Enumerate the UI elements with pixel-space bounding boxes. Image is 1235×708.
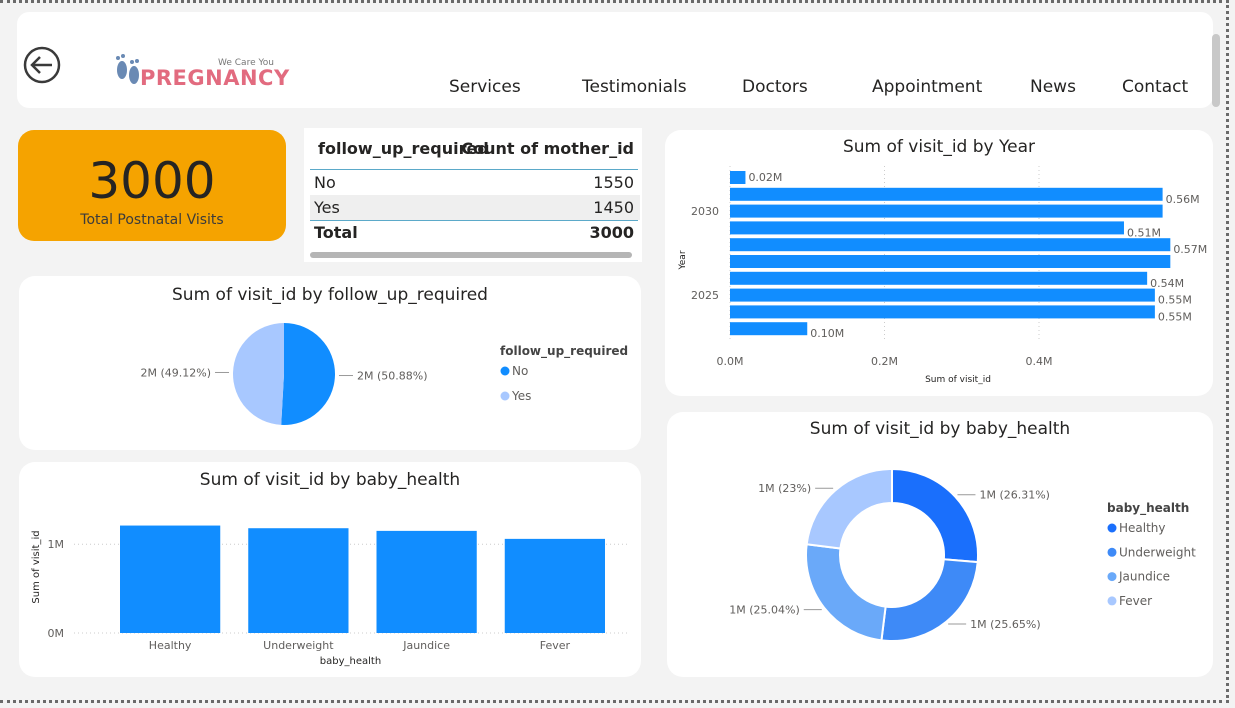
follow-up-table: follow_up_required Count of mother_id No…: [304, 128, 642, 262]
bar[interactable]: [730, 322, 808, 336]
table-col-header[interactable]: Count of mother_id: [461, 139, 634, 158]
bar-data-label: 0.10M: [810, 327, 844, 340]
kpi-value: 3000: [88, 152, 216, 210]
legend-title: baby_health: [1107, 501, 1189, 516]
nav-appointment[interactable]: Appointment: [872, 77, 982, 97]
bar[interactable]: [248, 528, 349, 633]
y-tick-label: 1M: [48, 538, 65, 551]
y-axis-label: Year: [678, 250, 688, 270]
pie-data-label: 2M (50.88%): [357, 370, 428, 383]
table-cell: Yes: [314, 198, 340, 217]
y-tick-label: 0M: [48, 627, 65, 640]
table-cell: 3000: [589, 223, 634, 242]
table-cell: No: [314, 173, 336, 192]
bar-chart[interactable]: 1M 0M Healthy Underweight Jaundice Fever baby_…: [19, 462, 641, 677]
bar[interactable]: [730, 221, 1124, 235]
bar-data-label: 0.55M: [1158, 310, 1192, 323]
pie-chart-card: Sum of visit_id by follow_up_required 2M…: [19, 276, 641, 450]
horizontal-bar-chart[interactable]: 0.0M 0.2M 0.4M 0.02M 0.56M 0.51M 0.57M 0.54M 0.5…: [665, 130, 1213, 396]
table-row[interactable]: Yes 1450: [310, 195, 640, 220]
legend-marker: [1107, 572, 1117, 582]
bar-data-label: 0.51M: [1127, 226, 1161, 239]
legend-marker: [500, 391, 510, 401]
nav-testimonials[interactable]: Testimonials: [582, 77, 687, 97]
x-tick-label: Underweight: [263, 639, 334, 652]
pie-chart[interactable]: 2M (50.88%) 2M (49.12%) follow_up_required…: [19, 276, 641, 450]
donut-slice[interactable]: [805, 543, 887, 642]
legend-item: Yes: [511, 389, 531, 403]
nav-news[interactable]: News: [1030, 77, 1076, 97]
legend-marker: [500, 366, 510, 376]
bar[interactable]: [730, 171, 746, 184]
bar[interactable]: [730, 204, 1163, 218]
bar-data-label: 0.57M: [1173, 243, 1207, 256]
kpi-label: Total Postnatal Visits: [80, 212, 224, 228]
table-cell: 1550: [593, 173, 634, 192]
table-header: follow_up_required Count of mother_id: [310, 136, 640, 161]
donut-data-label: 1M (25.65%): [970, 618, 1041, 631]
x-tick-label: 0.4M: [1026, 355, 1053, 368]
nav-services[interactable]: Services: [449, 77, 521, 97]
legend-title: follow_up_required: [500, 344, 628, 359]
bar[interactable]: [730, 305, 1155, 319]
legend-item: Underweight: [1119, 545, 1196, 559]
y-tick-label: 2030: [691, 205, 719, 218]
pregnancy-logo: We Care You PREGNANCY: [110, 50, 289, 92]
year-bar-chart-card: Sum of visit_id by Year 0.0M 0.2M 0.4M 0.02…: [665, 130, 1213, 396]
table-cell: 1450: [593, 198, 634, 217]
bar-data-label: 0.56M: [1166, 193, 1200, 206]
bar-data-label: 0.02M: [748, 171, 782, 184]
x-tick-label: Healthy: [149, 639, 192, 652]
nav-contact[interactable]: Contact: [1122, 77, 1188, 97]
header-scrollbar[interactable]: [1212, 34, 1220, 107]
x-tick-label: Jaundice: [402, 639, 450, 652]
bar-data-label: 0.54M: [1150, 277, 1184, 290]
bar-data-label: 0.55M: [1158, 294, 1192, 307]
back-arrow-icon[interactable]: [22, 45, 62, 85]
table-cell: Total: [314, 223, 358, 242]
bar[interactable]: [120, 525, 221, 633]
donut-chart[interactable]: 1M (26.31%) 1M (25.65%) 1M (25.04%) 1M (23%…: [667, 412, 1213, 677]
y-axis-label: Sum of visit_id: [31, 530, 42, 603]
bar[interactable]: [504, 538, 605, 633]
bar[interactable]: [730, 255, 1171, 268]
legend-item: Healthy: [1119, 521, 1166, 535]
pie-data-label: 2M (49.12%): [141, 366, 212, 379]
legend-marker: [1107, 596, 1117, 606]
bar[interactable]: [730, 238, 1171, 252]
legend-item: No: [512, 364, 528, 378]
donut-data-label: 1M (25.04%): [729, 604, 800, 617]
bar-chart-card: Sum of visit_id by baby_health 1M 0M Healt…: [19, 462, 641, 677]
logo-text: PREGNANCY: [140, 66, 290, 90]
table-row[interactable]: No 1550: [310, 170, 640, 195]
kpi-card: 3000 Total Postnatal Visits: [18, 130, 286, 241]
table-total-row: Total 3000: [310, 220, 640, 245]
legend-item: Fever: [1119, 594, 1152, 608]
x-tick-label: 0.2M: [871, 355, 898, 368]
y-tick-label: 2025: [691, 289, 719, 302]
table-scrollbar[interactable]: [310, 252, 632, 258]
x-tick-label: Fever: [540, 639, 571, 652]
x-axis-label: baby_health: [320, 656, 381, 667]
legend-item: Jaundice: [1118, 570, 1170, 584]
donut-chart-card: Sum of visit_id by baby_health 1M (26.31…: [667, 412, 1213, 677]
pie-slice[interactable]: [233, 323, 284, 425]
donut-data-label: 1M (23%): [758, 482, 811, 495]
donut-slice[interactable]: [805, 467, 893, 550]
x-tick-label: 0.0M: [717, 355, 744, 368]
bar[interactable]: [730, 271, 1148, 285]
donut-slice[interactable]: [891, 467, 979, 564]
donut-slice[interactable]: [880, 558, 979, 642]
bar[interactable]: [730, 187, 1163, 201]
pie-slice[interactable]: [281, 323, 336, 425]
legend-marker: [1107, 523, 1117, 533]
bar[interactable]: [730, 288, 1155, 302]
x-axis-label: Sum of visit_id: [925, 375, 991, 385]
bar[interactable]: [376, 530, 477, 633]
nav-doctors[interactable]: Doctors: [742, 77, 808, 97]
legend-marker: [1107, 547, 1117, 557]
donut-data-label: 1M (26.31%): [979, 489, 1050, 502]
